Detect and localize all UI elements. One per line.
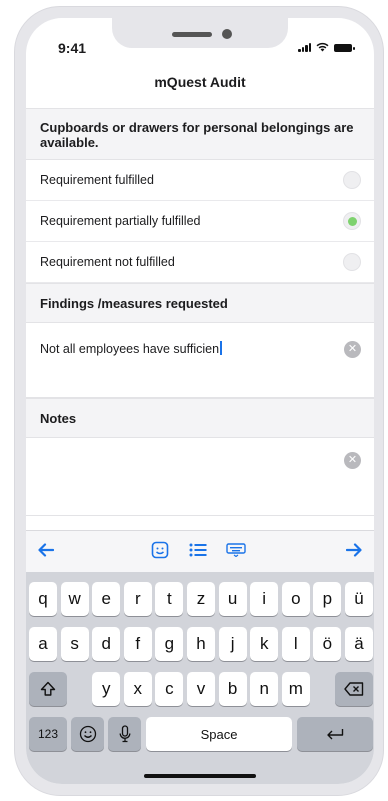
key-c[interactable]: c xyxy=(155,672,184,706)
option-partially-fulfilled[interactable]: Requirement partially fulfilled xyxy=(26,201,374,242)
key-x[interactable]: x xyxy=(123,672,152,706)
key-i[interactable]: i xyxy=(250,582,279,616)
key-y[interactable]: y xyxy=(92,672,121,706)
space-key[interactable]: Space xyxy=(146,717,292,751)
key-t[interactable]: t xyxy=(155,582,184,616)
screen: 9:41 mQuest Audit Cupboards or drawers f… xyxy=(26,18,374,784)
status-time: 9:41 xyxy=(58,40,87,56)
emoji-key[interactable] xyxy=(71,717,104,751)
key-s[interactable]: s xyxy=(60,627,89,661)
key-l[interactable]: l xyxy=(281,627,310,661)
key-w[interactable]: w xyxy=(60,582,89,616)
keyboard: q w e r t z u i o p ü a s d f g h j k l … xyxy=(26,572,374,784)
backspace-key[interactable] xyxy=(335,672,373,706)
key-z[interactable]: z xyxy=(187,582,215,616)
numbers-key[interactable]: 123 xyxy=(29,717,67,751)
notes-header: Notes xyxy=(26,398,374,438)
shift-key[interactable] xyxy=(29,672,67,706)
key-k[interactable]: k xyxy=(250,627,279,661)
microphone-icon xyxy=(119,725,130,743)
signal-icon xyxy=(298,42,311,52)
camera xyxy=(222,29,232,39)
key-u[interactable]: u xyxy=(218,582,247,616)
key-h[interactable]: h xyxy=(187,627,215,661)
key-q[interactable]: q xyxy=(29,582,57,616)
page-title: mQuest Audit xyxy=(154,74,246,90)
key-f[interactable]: f xyxy=(123,627,152,661)
list-icon[interactable] xyxy=(189,541,207,561)
key-n[interactable]: n xyxy=(250,672,279,706)
text-cursor xyxy=(220,341,222,355)
battery-icon xyxy=(334,44,355,52)
emoji-icon xyxy=(79,725,96,743)
radio-dot xyxy=(347,216,357,226)
key-b[interactable]: b xyxy=(218,672,247,706)
key-o[interactable]: o xyxy=(281,582,310,616)
radio-unselected[interactable] xyxy=(343,253,361,271)
left-arrow-icon[interactable] xyxy=(38,541,55,561)
key-r[interactable]: r xyxy=(123,582,152,616)
phone-frame: 9:41 mQuest Audit Cupboards or drawers f… xyxy=(14,6,384,796)
question-text: Cupboards or drawers for personal belong… xyxy=(26,108,374,160)
wifi-icon xyxy=(316,42,329,52)
keyboard-icon[interactable] xyxy=(226,541,246,561)
keyboard-toolbar xyxy=(26,530,374,572)
dictation-key[interactable] xyxy=(108,717,141,751)
notch xyxy=(112,18,288,48)
option-label: Requirement fulfilled xyxy=(40,173,154,187)
home-indicator xyxy=(144,774,256,778)
notes-input[interactable]: ✕ xyxy=(26,438,374,516)
key-a[interactable]: a xyxy=(29,627,57,661)
face-icon[interactable] xyxy=(151,541,169,563)
option-not-fulfilled[interactable]: Requirement not fulfilled xyxy=(26,242,374,283)
radio-selected[interactable] xyxy=(343,212,361,230)
radio-unselected[interactable] xyxy=(343,171,361,189)
option-label: Requirement partially fulfilled xyxy=(40,214,201,228)
findings-text: Not all employees have sufficien xyxy=(40,342,220,356)
speaker xyxy=(172,32,212,37)
key-g[interactable]: g xyxy=(155,627,184,661)
shift-icon xyxy=(40,681,56,696)
option-label: Requirement not fulfilled xyxy=(40,255,175,269)
key-e[interactable]: e xyxy=(92,582,121,616)
key-j[interactable]: j xyxy=(218,627,247,661)
audit-form: Cupboards or drawers for personal belong… xyxy=(26,108,374,516)
status-icons xyxy=(298,42,355,52)
findings-header: Findings /measures requested xyxy=(26,283,374,323)
key-a-umlaut[interactable]: ä xyxy=(345,627,373,661)
clear-icon[interactable]: ✕ xyxy=(344,452,361,469)
key-u-umlaut[interactable]: ü xyxy=(345,582,373,616)
return-key[interactable] xyxy=(297,717,373,751)
key-p[interactable]: p xyxy=(313,582,342,616)
right-arrow-icon[interactable] xyxy=(345,541,362,561)
key-d[interactable]: d xyxy=(92,627,121,661)
key-m[interactable]: m xyxy=(281,672,310,706)
backspace-icon xyxy=(344,682,364,696)
option-fulfilled[interactable]: Requirement fulfilled xyxy=(26,160,374,201)
key-v[interactable]: v xyxy=(187,672,215,706)
return-icon xyxy=(327,729,344,740)
key-o-umlaut[interactable]: ö xyxy=(313,627,342,661)
clear-icon[interactable]: ✕ xyxy=(344,341,361,358)
findings-input[interactable]: Not all employees have sufficien ✕ xyxy=(26,323,374,398)
